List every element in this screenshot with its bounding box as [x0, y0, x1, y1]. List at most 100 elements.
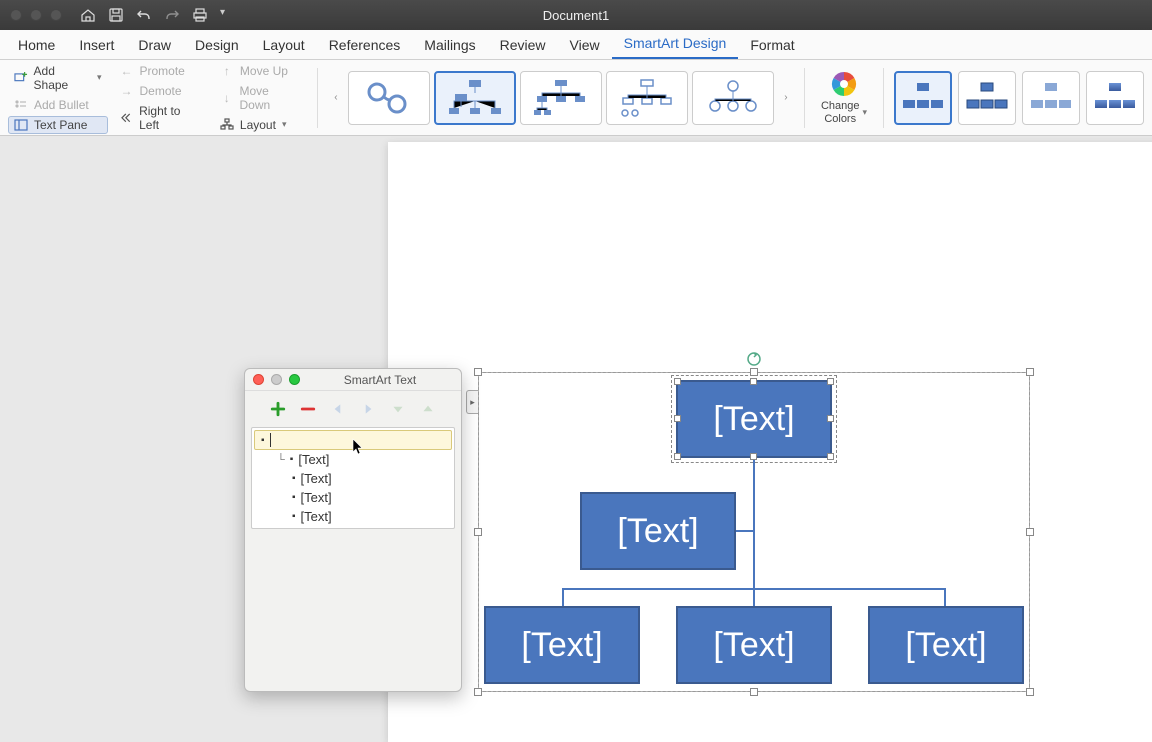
- textpane-close-button[interactable]: [253, 374, 264, 385]
- tab-home[interactable]: Home: [6, 31, 67, 59]
- save-icon[interactable]: [108, 7, 124, 23]
- right-to-left-button[interactable]: Right to Left: [114, 102, 208, 134]
- layout-thumb-2[interactable]: [434, 71, 516, 125]
- tab-format[interactable]: Format: [738, 31, 806, 59]
- text-pane-button[interactable]: Text Pane: [8, 116, 108, 134]
- zoom-window-button[interactable]: [50, 9, 62, 21]
- resize-handle-ml[interactable]: [474, 528, 482, 536]
- textpane-item-3[interactable]: ▪ [Text]: [252, 488, 454, 507]
- textpane-demote-button[interactable]: [360, 401, 376, 417]
- resize-handle-mr[interactable]: [1026, 528, 1034, 536]
- smartart-node-child-2[interactable]: [Text]: [676, 606, 832, 684]
- redo-icon[interactable]: [164, 7, 180, 23]
- textpane-list: ▪ └ ▪ [Text] ▪ [Text] ▪ [Text]: [251, 427, 455, 529]
- resize-handle-tl[interactable]: [474, 368, 482, 376]
- change-colors-button[interactable]: Change Colors ▾: [815, 68, 873, 126]
- tab-review[interactable]: Review: [488, 31, 558, 59]
- tab-references[interactable]: References: [317, 31, 413, 59]
- layout-thumb-5[interactable]: [692, 71, 774, 125]
- resize-handle-tm[interactable]: [750, 368, 758, 376]
- move-up-button[interactable]: ↑ Move Up: [214, 62, 307, 80]
- home-icon[interactable]: [80, 7, 96, 23]
- textpane-add-button[interactable]: [270, 401, 286, 417]
- add-bullet-button[interactable]: Add Bullet: [8, 96, 108, 114]
- connector: [753, 588, 755, 606]
- promote-button[interactable]: ← Promote: [114, 62, 208, 80]
- tab-view[interactable]: View: [558, 31, 612, 59]
- tab-layout[interactable]: Layout: [251, 31, 317, 59]
- textpane-toggle-tab[interactable]: ▸: [466, 390, 478, 414]
- qat-dropdown-icon[interactable]: ▾: [220, 7, 236, 23]
- close-window-button[interactable]: [10, 9, 22, 21]
- minimize-window-button[interactable]: [30, 9, 42, 21]
- undo-icon[interactable]: [136, 7, 152, 23]
- rotate-handle[interactable]: [747, 352, 761, 366]
- smartart-text-pane[interactable]: SmartArt Text ▪ └ ▪ [Text]: [244, 368, 462, 692]
- document-title: Document1: [543, 8, 609, 23]
- tab-design[interactable]: Design: [183, 31, 251, 59]
- textpane-item-text: [Text]: [301, 509, 332, 524]
- ribbon-separator: [883, 68, 884, 128]
- textpane-item-0[interactable]: ▪: [254, 430, 452, 450]
- resize-handle-tr[interactable]: [1026, 368, 1034, 376]
- style-thumb-4[interactable]: [1086, 71, 1144, 125]
- textpane-item-1[interactable]: └ ▪ [Text]: [252, 450, 454, 469]
- resize-handle-br[interactable]: [1026, 688, 1034, 696]
- layout-thumb-1[interactable]: [348, 71, 430, 125]
- arrow-down-icon: ↓: [220, 91, 234, 105]
- document-area: ▸ [Text] [Text] [Text] [Text] [Text]: [0, 136, 1152, 720]
- textpane-promote-button[interactable]: [330, 401, 346, 417]
- connector: [562, 588, 564, 606]
- style-thumb-1[interactable]: [894, 71, 952, 125]
- add-shape-label: Add Shape: [34, 64, 91, 92]
- tab-insert[interactable]: Insert: [67, 31, 126, 59]
- textpane-movedown-button[interactable]: [390, 401, 406, 417]
- rtl-icon: [120, 111, 134, 125]
- resize-handle-bm[interactable]: [750, 688, 758, 696]
- node-text: [Text]: [713, 626, 794, 665]
- ribbon-separator: [317, 68, 318, 128]
- textpane-zoom-button[interactable]: [289, 374, 300, 385]
- move-down-button[interactable]: ↓ Move Down: [214, 82, 307, 114]
- styles-gallery: [894, 71, 1144, 125]
- smartart-graphic[interactable]: ▸ [Text] [Text] [Text] [Text] [Text]: [478, 372, 1030, 692]
- rtl-label: Right to Left: [139, 104, 202, 132]
- textpane-title: SmartArt Text: [307, 373, 453, 387]
- smartart-node-assistant[interactable]: [Text]: [580, 492, 736, 570]
- textpane-item-4[interactable]: ▪ [Text]: [252, 507, 454, 526]
- textpane-toolbar: [245, 391, 461, 421]
- add-shape-icon: [14, 71, 28, 85]
- layout-menu-label: Layout: [240, 118, 276, 132]
- text-pane-label: Text Pane: [34, 118, 87, 132]
- print-icon[interactable]: [192, 7, 208, 23]
- bullet-icon: ▪: [292, 473, 296, 484]
- resize-handle-bl[interactable]: [474, 688, 482, 696]
- gallery-prev-button[interactable]: ‹: [328, 73, 344, 123]
- smartart-node-child-3[interactable]: [Text]: [868, 606, 1024, 684]
- textpane-minimize-button[interactable]: [271, 374, 282, 385]
- ribbon-tabs: Home Insert Draw Design Layout Reference…: [0, 30, 1152, 60]
- layout-menu-button[interactable]: Layout ▾: [214, 116, 307, 134]
- tab-draw[interactable]: Draw: [126, 31, 183, 59]
- gallery-next-button[interactable]: ›: [778, 73, 794, 123]
- node-text: [Text]: [617, 512, 698, 551]
- textpane-remove-button[interactable]: [300, 401, 316, 417]
- style-thumb-2[interactable]: [958, 71, 1016, 125]
- tab-mailings[interactable]: Mailings: [412, 31, 487, 59]
- connector: [944, 588, 946, 606]
- ribbon-separator: [804, 68, 805, 128]
- quick-access-toolbar: ▾: [80, 7, 236, 23]
- textpane-item-2[interactable]: ▪ [Text]: [252, 469, 454, 488]
- style-thumb-3[interactable]: [1022, 71, 1080, 125]
- arrow-up-icon: ↑: [220, 64, 234, 78]
- bullet-icon: ▪: [261, 435, 265, 446]
- add-shape-button[interactable]: Add Shape ▾: [8, 62, 108, 94]
- demote-button[interactable]: → Demote: [114, 82, 208, 100]
- tab-smartart-design[interactable]: SmartArt Design: [612, 29, 739, 59]
- smartart-node-child-1[interactable]: [Text]: [484, 606, 640, 684]
- smartart-node-top[interactable]: [Text]: [676, 380, 832, 458]
- textpane-moveup-button[interactable]: [420, 401, 436, 417]
- bullet-icon: ▪: [290, 454, 294, 465]
- layout-thumb-4[interactable]: [606, 71, 688, 125]
- layout-thumb-3[interactable]: [520, 71, 602, 125]
